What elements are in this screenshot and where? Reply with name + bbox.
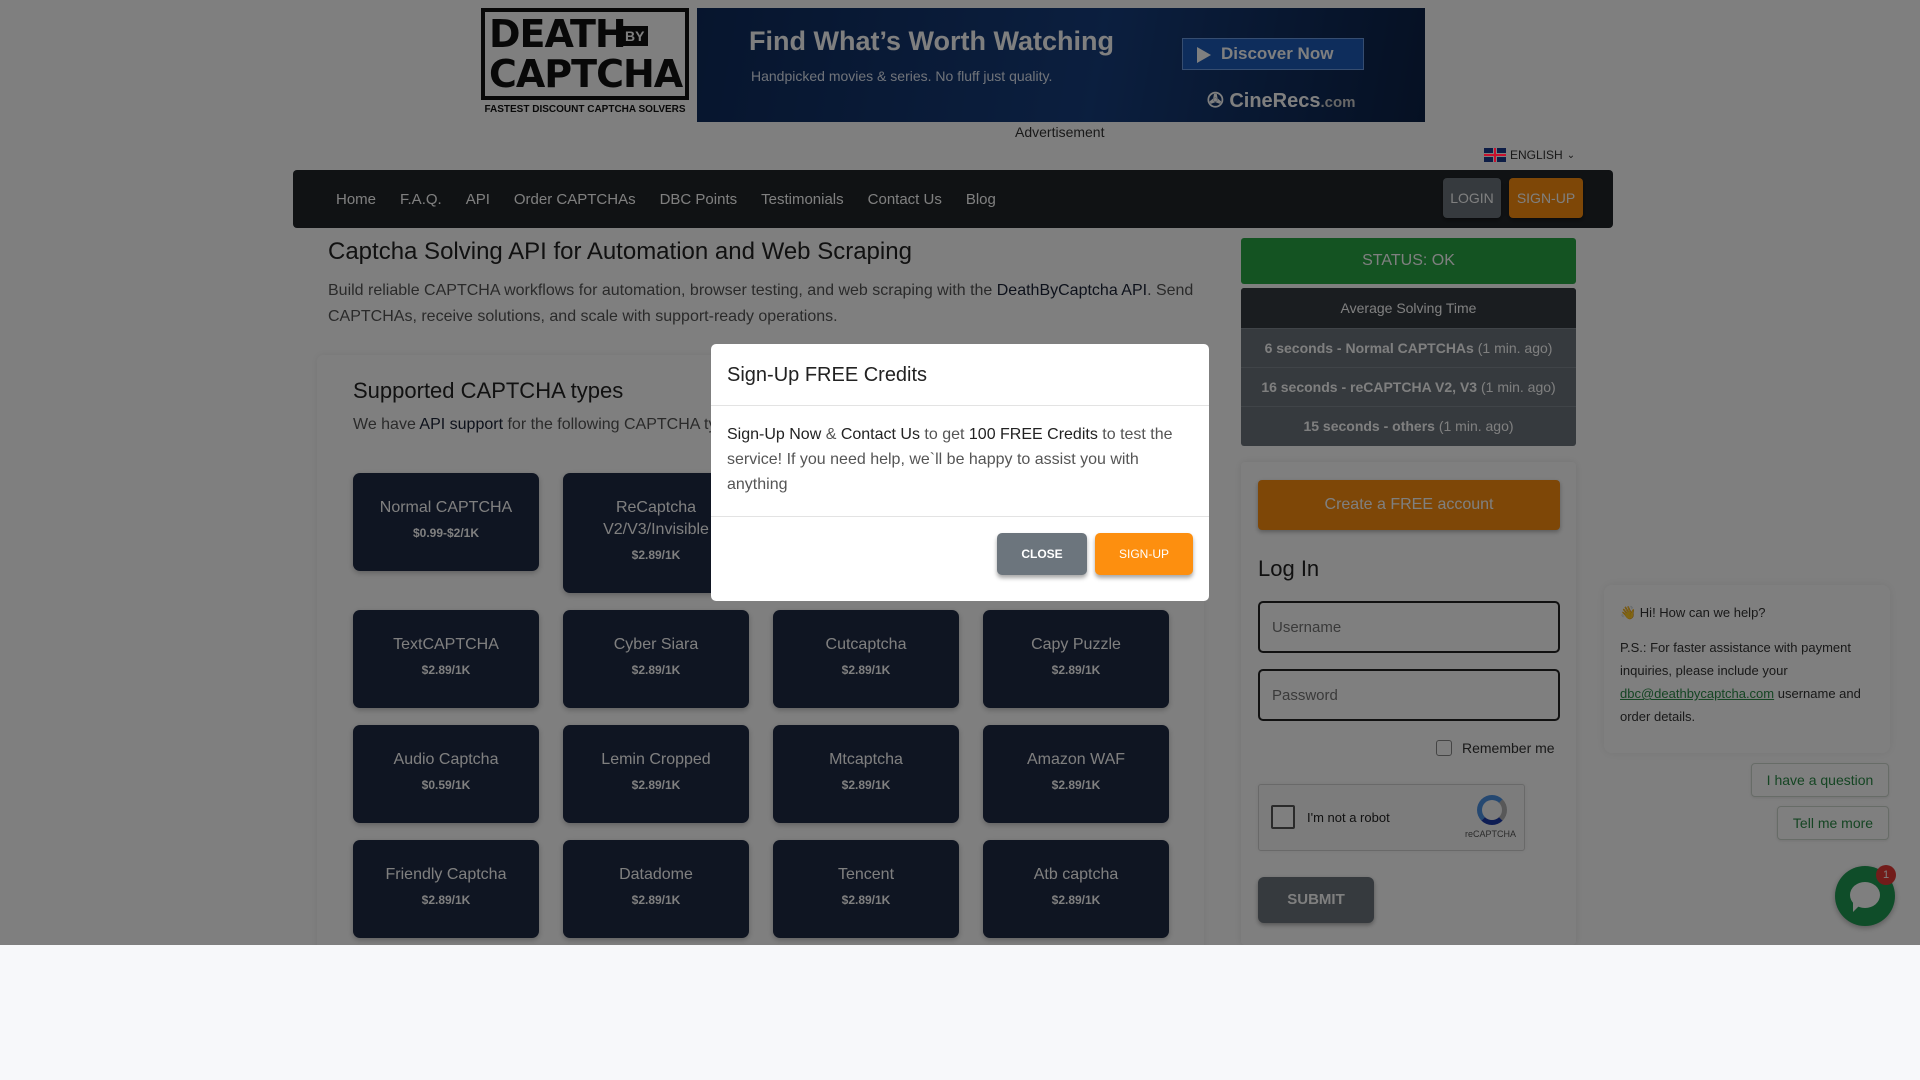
modal-signup-button[interactable]: SIGN-UP: [1095, 533, 1193, 575]
page-viewport: DEATH BY CAPTCHA FASTEST DISCOUNT CAPTCH…: [0, 0, 1920, 945]
modal-close-button[interactable]: CLOSE: [997, 533, 1087, 575]
signup-credits-modal: Sign-Up FREE Credits Sign-Up Now & Conta…: [711, 344, 1209, 601]
modal-amp: &: [821, 426, 841, 443]
modal-signup-link[interactable]: Sign-Up Now: [727, 426, 821, 443]
modal-contact-link[interactable]: Contact Us: [841, 426, 920, 443]
modal-title: Sign-Up FREE Credits: [727, 364, 928, 386]
below-page-area: [0, 945, 1920, 1080]
modal-body: Sign-Up Now & Contact Us to get 100 FREE…: [727, 422, 1197, 497]
modal-mid-text: to get: [919, 426, 969, 443]
modal-divider: [711, 405, 1209, 406]
modal-credits-text: 100 FREE Credits: [968, 426, 1098, 443]
modal-divider: [711, 516, 1209, 517]
